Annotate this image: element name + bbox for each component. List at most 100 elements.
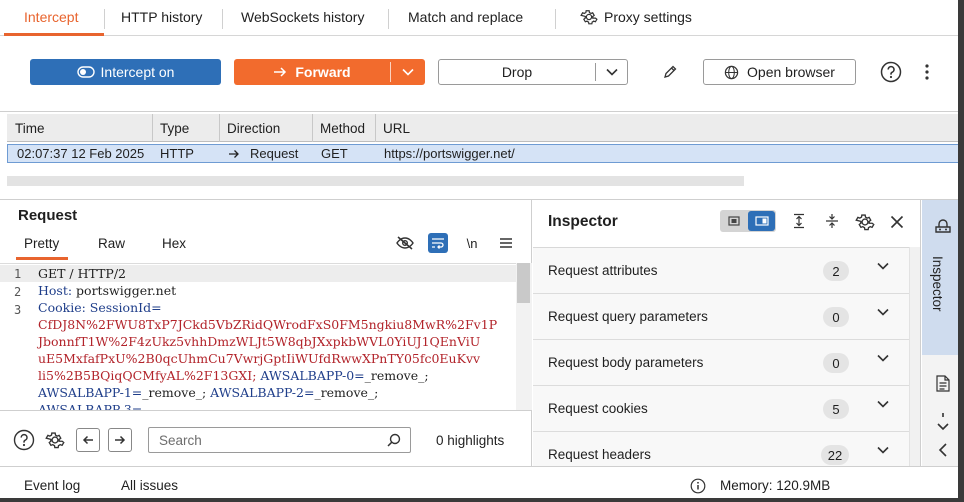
layout-horizontal-icon[interactable] <box>721 211 747 231</box>
arrow-right-icon <box>273 66 287 78</box>
chevron-down-icon <box>606 68 618 76</box>
layout-toggle <box>720 210 776 232</box>
help-icon[interactable] <box>12 428 36 452</box>
request-editor[interactable]: 1 2 3 GET / HTTP/2 Host: portswigger.net… <box>0 263 516 410</box>
tab-websockets-history[interactable]: WebSockets history <box>241 0 364 34</box>
cell-method: GET <box>321 146 348 161</box>
tab-divider <box>104 9 105 29</box>
intercept-toggle-button[interactable]: Intercept on <box>30 59 221 85</box>
proxy-tabs: Intercept HTTP history WebSockets histor… <box>0 0 964 36</box>
tab-divider <box>222 9 223 29</box>
header-host: Host: portswigger.net <box>38 283 176 298</box>
column-header-time[interactable]: Time <box>7 114 45 142</box>
more-options-icon[interactable] <box>920 62 934 82</box>
help-icon[interactable] <box>879 60 903 84</box>
hide-eye-icon[interactable] <box>395 233 415 253</box>
tab-divider <box>555 9 556 29</box>
count-badge: 0 <box>823 353 849 373</box>
next-match-button[interactable] <box>108 428 132 452</box>
tab-intercept[interactable]: Intercept <box>24 0 78 34</box>
open-browser-button[interactable]: Open browser <box>703 59 856 85</box>
section-label: Request body parameters <box>548 355 704 370</box>
section-label: Request attributes <box>548 263 658 278</box>
drop-button[interactable]: Drop <box>439 60 595 84</box>
column-header-direction[interactable]: Direction <box>219 114 280 142</box>
cookie-name: AWSALBAPP-3= <box>38 402 143 410</box>
editor-scrollbar-thumb[interactable] <box>517 263 530 303</box>
chevron-down-icon <box>877 354 889 362</box>
menu-icon[interactable] <box>496 233 516 253</box>
column-header-url[interactable]: URL <box>375 114 410 142</box>
close-icon[interactable] <box>887 212 907 232</box>
cookie-value-part: li5%2B5BQiqQCMfyAL%2F13GXI; <box>38 368 257 383</box>
subtab-pretty[interactable]: Pretty <box>24 236 59 251</box>
section-request-headers[interactable]: Request headers 22 <box>533 432 909 466</box>
notes-icon[interactable] <box>933 373 953 393</box>
intercept-toggle-label: Intercept on <box>100 64 175 80</box>
cell-direction: Request <box>228 145 298 162</box>
section-request-body-parameters[interactable]: Request body parameters 0 <box>533 340 909 386</box>
subtab-raw[interactable]: Raw <box>98 236 125 251</box>
subtab-hex[interactable]: Hex <box>162 236 186 251</box>
header-value: portswigger.net <box>72 283 177 298</box>
active-subtab-indicator <box>16 257 68 260</box>
globe-icon <box>724 65 739 80</box>
tab-proxy-settings-label: Proxy settings <box>604 9 692 25</box>
wrap-lines-icon[interactable] <box>428 233 448 253</box>
highlights-count: 0 highlights <box>436 433 505 448</box>
header-key: Host: <box>38 283 73 298</box>
chevron-left-icon[interactable] <box>933 440 953 460</box>
table-row[interactable]: 02:07:37 12 Feb 2025 HTTP Request GET ht… <box>7 144 964 163</box>
memory-usage: Memory: 120.9MB <box>720 478 831 493</box>
drop-options-button[interactable] <box>596 60 628 84</box>
window-frame <box>958 0 964 502</box>
inspector-scrollbar[interactable] <box>909 247 920 466</box>
cookie-name: AWSALBAPP-2= <box>206 385 315 400</box>
column-header-method[interactable]: Method <box>312 114 365 142</box>
cell-type: HTTP <box>160 146 194 161</box>
cookie-value-part: _remove_; <box>364 368 429 383</box>
chevron-down-icon <box>402 68 414 76</box>
edit-pencil-icon[interactable] <box>660 62 680 82</box>
forward-label: Forward <box>295 64 351 80</box>
tab-proxy-settings[interactable]: Proxy settings <box>580 0 692 34</box>
arrow-right-icon <box>114 435 126 445</box>
all-issues-button[interactable]: All issues <box>121 478 178 493</box>
cookie-value-part: _remove_; <box>314 385 379 400</box>
search-box <box>148 427 411 453</box>
window-frame <box>0 498 964 502</box>
count-badge: 2 <box>823 261 849 281</box>
open-browser-label: Open browser <box>747 64 835 80</box>
settings-gear-icon[interactable] <box>43 428 67 452</box>
layout-vertical-icon[interactable] <box>748 211 775 231</box>
tab-match-and-replace[interactable]: Match and replace <box>408 0 523 34</box>
search-icon[interactable] <box>387 433 401 447</box>
expand-rail-icon[interactable] <box>933 410 953 434</box>
event-log-button[interactable]: Event log <box>24 478 80 493</box>
section-request-attributes[interactable]: Request attributes 2 <box>533 248 909 294</box>
section-request-query-parameters[interactable]: Request query parameters 0 <box>533 294 909 340</box>
inspector-rail-icon <box>934 218 952 234</box>
cell-time: 02:07:37 12 Feb 2025 <box>17 146 145 161</box>
collapse-all-icon[interactable] <box>822 211 842 231</box>
header-cookie: Cookie: SessionId= <box>38 300 162 315</box>
previous-match-button[interactable] <box>76 428 100 452</box>
arrow-right-icon <box>228 149 240 159</box>
tab-http-history[interactable]: HTTP history <box>121 0 202 34</box>
horizontal-scrollbar[interactable] <box>7 176 744 186</box>
show-newlines-button[interactable]: \n <box>462 233 482 253</box>
expand-all-icon[interactable] <box>789 211 809 231</box>
column-header-type[interactable]: Type <box>152 114 189 142</box>
cell-direction-label: Request <box>250 146 299 161</box>
search-bar: 0 highlights <box>0 410 532 466</box>
inspector-settings-icon[interactable] <box>854 211 876 233</box>
inspector-title: Inspector <box>548 213 618 230</box>
forward-options-button[interactable] <box>391 59 425 85</box>
forward-button[interactable]: Forward <box>234 59 390 85</box>
cookie-value: JbonnfT1W%2F4zUkz5vhhDmzWLJt5W8qbJXxpkbW… <box>38 334 481 349</box>
line-number: 1 <box>14 267 22 281</box>
line-number: 2 <box>14 285 22 299</box>
cookie-value-part: _remove_; <box>142 385 207 400</box>
search-input[interactable] <box>157 431 377 449</box>
section-request-cookies[interactable]: Request cookies 5 <box>533 386 909 432</box>
